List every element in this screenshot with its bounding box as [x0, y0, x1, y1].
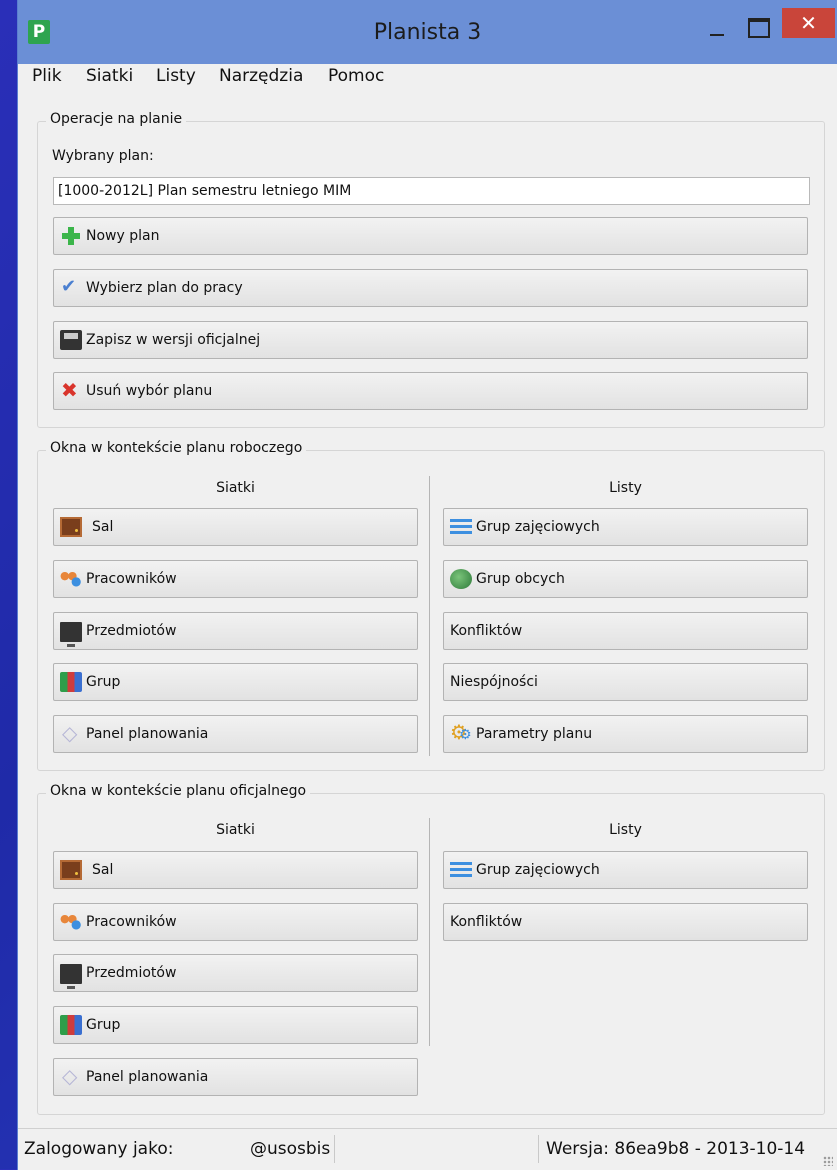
official-grid-planning-panel-label: Panel planowania [86, 1069, 209, 1085]
gears-icon [450, 720, 472, 744]
delete-icon [60, 378, 82, 402]
monitor-icon [60, 964, 82, 989]
door-icon [60, 517, 82, 537]
working-grid-groups-label: Grup [86, 674, 121, 690]
working-list-foreign-groups-button[interactable]: Grup obcych [443, 560, 808, 598]
working-grid-subjects-label: Przedmiotów [86, 623, 177, 639]
official-grid-subjects-label: Przedmiotów [86, 965, 177, 981]
official-grid-sal-button[interactable]: Sal [53, 851, 418, 889]
save-official-button[interactable]: Zapisz w wersji oficjalnej [53, 321, 808, 359]
check-icon [60, 276, 82, 298]
operations-legend: Operacje na planie [46, 111, 187, 127]
menu-bar: Plik Siatki Listy Narzędzia Pomoc [18, 64, 837, 92]
menu-narzedzia[interactable]: Narzędzia [219, 66, 303, 86]
new-plan-label: Nowy plan [86, 228, 160, 244]
official-lists-heading: Listy [609, 822, 642, 838]
menu-pomoc[interactable]: Pomoc [328, 66, 384, 86]
clear-plan-button[interactable]: Usuń wybór planu [53, 372, 808, 410]
choose-plan-label: Wybierz plan do pracy [86, 280, 243, 296]
official-grids-heading: Siatki [216, 822, 255, 838]
working-grid-sal-button[interactable]: Sal [53, 508, 418, 546]
maximize-button[interactable] [748, 18, 770, 38]
selected-plan-field[interactable]: [1000-2012L] Plan semestru letniego MIM [53, 177, 810, 205]
working-lists-heading: Listy [609, 480, 642, 496]
menu-listy[interactable]: Listy [156, 66, 196, 86]
working-grid-planning-panel-label: Panel planowania [86, 726, 209, 742]
selected-plan-label: Wybrany plan: [52, 148, 154, 164]
working-list-class-groups-label: Grup zajęciowych [476, 519, 600, 535]
close-button[interactable]: ✕ [782, 8, 835, 38]
books-icon [60, 1015, 82, 1035]
books-icon [60, 672, 82, 692]
working-list-plan-params-button[interactable]: Parametry planu [443, 715, 808, 753]
version-label: Wersja: 86ea9b8 - 2013-10-14 [546, 1139, 806, 1159]
list-icon [450, 860, 472, 880]
working-list-class-groups-button[interactable]: Grup zajęciowych [443, 508, 808, 546]
globe-icon [450, 569, 472, 589]
menu-siatki[interactable]: Siatki [86, 66, 133, 86]
official-grid-subjects-button[interactable]: Przedmiotów [53, 954, 418, 992]
working-grid-groups-button[interactable]: Grup [53, 663, 418, 701]
clear-plan-label: Usuń wybór planu [86, 383, 213, 399]
working-grid-sal-label: Sal [92, 519, 114, 535]
title-bar[interactable]: P Planista 3 ✕ [18, 0, 837, 64]
people-icon [60, 569, 82, 589]
plus-icon [60, 226, 82, 246]
official-list-class-groups-button[interactable]: Grup zajęciowych [443, 851, 808, 889]
status-divider [538, 1135, 539, 1163]
working-grid-staff-button[interactable]: Pracowników [53, 560, 418, 598]
official-plan-legend: Okna w kontekście planu oficjalnego [46, 783, 311, 799]
save-official-label: Zapisz w wersji oficjalnej [86, 332, 261, 348]
diamond-icon [60, 1064, 82, 1088]
close-icon: ✕ [800, 11, 817, 35]
status-bar: Zalogowany jako: @usosbis Wersja: 86ea9b… [18, 1128, 837, 1170]
official-column-divider [429, 818, 430, 1046]
resize-grip[interactable] [823, 1156, 833, 1166]
working-grids-heading: Siatki [216, 480, 255, 496]
minimize-button[interactable] [706, 24, 728, 38]
choose-plan-button[interactable]: Wybierz plan do pracy [53, 269, 808, 307]
logged-in-label: Zalogowany jako: [24, 1139, 174, 1159]
working-grid-planning-panel-button[interactable]: Panel planowania [53, 715, 418, 753]
working-column-divider [429, 476, 430, 756]
official-grid-planning-panel-button[interactable]: Panel planowania [53, 1058, 418, 1096]
working-grid-staff-label: Pracowników [86, 571, 177, 587]
official-grid-staff-button[interactable]: Pracowników [53, 903, 418, 941]
working-list-conflicts-button[interactable]: Konfliktów [443, 612, 808, 650]
logged-in-domain: @usosbis [250, 1139, 331, 1159]
monitor-icon [60, 622, 82, 647]
working-plan-legend: Okna w kontekście planu roboczego [46, 440, 307, 456]
working-list-inconsistencies-label: Niespójności [450, 674, 538, 690]
working-list-conflicts-label: Konfliktów [450, 623, 523, 639]
door-icon [60, 860, 82, 880]
working-list-foreign-groups-label: Grup obcych [476, 571, 565, 587]
working-list-plan-params-label: Parametry planu [476, 726, 593, 742]
official-list-conflicts-label: Konfliktów [450, 914, 523, 930]
app-window: P Planista 3 ✕ Plik Siatki Listy Narzędz… [18, 0, 837, 1170]
working-grid-subjects-button[interactable]: Przedmiotów [53, 612, 418, 650]
list-icon [450, 517, 472, 537]
official-grid-staff-label: Pracowników [86, 914, 177, 930]
save-icon [60, 330, 82, 350]
official-list-class-groups-label: Grup zajęciowych [476, 862, 600, 878]
status-divider [334, 1135, 335, 1163]
new-plan-button[interactable]: Nowy plan [53, 217, 808, 255]
working-list-inconsistencies-button[interactable]: Niespójności [443, 663, 808, 701]
menu-plik[interactable]: Plik [32, 66, 62, 86]
official-list-conflicts-button[interactable]: Konfliktów [443, 903, 808, 941]
diamond-icon [60, 721, 82, 745]
official-grid-sal-label: Sal [92, 862, 114, 878]
official-grid-groups-button[interactable]: Grup [53, 1006, 418, 1044]
people-icon [60, 912, 82, 932]
official-grid-groups-label: Grup [86, 1017, 121, 1033]
